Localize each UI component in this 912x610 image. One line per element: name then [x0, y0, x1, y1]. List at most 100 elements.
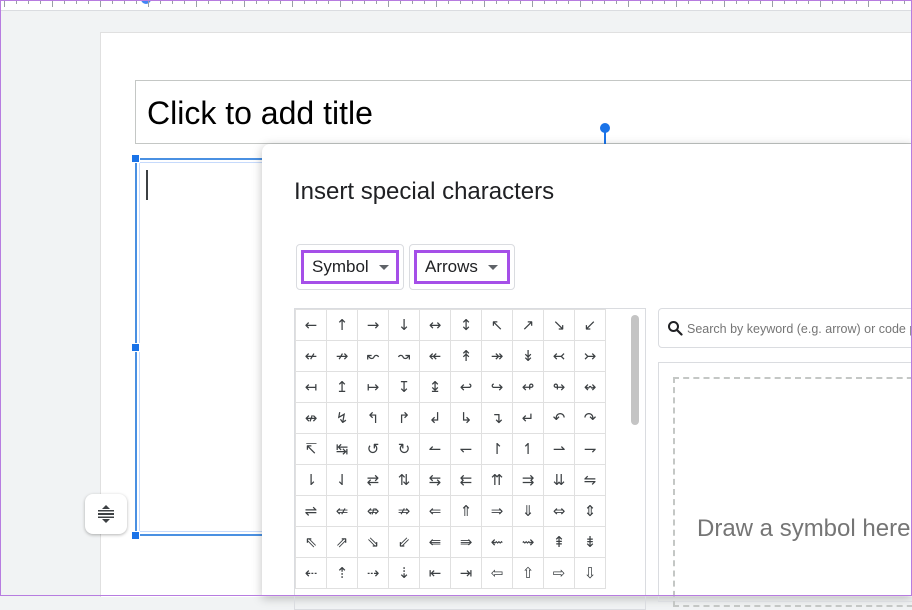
symbol-cell[interactable]: ↣ — [574, 340, 606, 372]
symbol-cell[interactable]: ⇢ — [357, 557, 389, 589]
symbol-grid[interactable]: ← ↑ → ↓ ↔ ↕ ↖ ↗ ↘ ↙ ↚ ↛ ↜ ↝ ↞ ↟ ↠ ↡ ↢ ↣ ↤ ↥ ↦ ↧ ↨ ↩ ↪ ↫ ↬ ↭ ↮ ↯ ↰ ↱ ↲ ↳ ↴ ↵ ↶ ↷… — [294, 308, 646, 610]
symbol-search-box[interactable] — [658, 308, 912, 348]
symbol-cell[interactable]: ↕ — [450, 309, 482, 341]
symbol-cell[interactable]: ⇣ — [388, 557, 420, 589]
symbol-cell[interactable]: ⇥ — [450, 557, 482, 589]
symbol-cell[interactable]: ⇨ — [543, 557, 575, 589]
symbol-cell[interactable]: ⇤ — [419, 557, 451, 589]
resize-handle-middle-left[interactable] — [131, 343, 140, 352]
symbol-cell[interactable]: ⇛ — [450, 526, 482, 558]
symbol-cell[interactable]: ⇜ — [481, 526, 513, 558]
symbol-cell[interactable]: ↬ — [543, 371, 575, 403]
symbol-cell[interactable]: ↩ — [450, 371, 482, 403]
symbol-cell[interactable]: ↞ — [419, 340, 451, 372]
symbol-cell[interactable]: ↹ — [326, 433, 358, 465]
symbol-cell[interactable]: ↛ — [326, 340, 358, 372]
category-dropdown[interactable]: Symbol — [296, 244, 404, 290]
title-placeholder-box[interactable]: Click to add title — [135, 80, 912, 144]
symbol-cell[interactable]: ← — [295, 309, 327, 341]
symbol-cell[interactable]: ⇓ — [512, 495, 544, 527]
symbol-cell[interactable]: ↶ — [543, 402, 575, 434]
symbol-cell[interactable]: ⇏ — [388, 495, 420, 527]
symbol-cell[interactable]: ⇒ — [481, 495, 513, 527]
symbol-cell[interactable]: ⇈ — [481, 464, 513, 496]
subcategory-dropdown[interactable]: Arrows — [409, 244, 515, 290]
symbol-cell[interactable]: ↔ — [419, 309, 451, 341]
symbol-cell[interactable]: ⇄ — [357, 464, 389, 496]
symbol-cell[interactable]: ↝ — [388, 340, 420, 372]
symbol-cell[interactable]: ↥ — [326, 371, 358, 403]
symbol-cell[interactable]: ↫ — [512, 371, 544, 403]
symbol-cell[interactable]: ↱ — [388, 402, 420, 434]
symbol-cell[interactable]: → — [357, 309, 389, 341]
symbol-cell[interactable]: ⇩ — [574, 557, 606, 589]
resize-handle-bottom-left[interactable] — [131, 531, 140, 540]
symbol-cell[interactable]: ⇘ — [357, 526, 389, 558]
symbol-cell[interactable]: ↑ — [326, 309, 358, 341]
symbol-cell[interactable]: ↢ — [543, 340, 575, 372]
body-text-box[interactable] — [135, 158, 275, 536]
symbol-cell[interactable]: ⇝ — [512, 526, 544, 558]
symbol-cell[interactable]: ↟ — [450, 340, 482, 372]
draw-symbol-area[interactable] — [673, 377, 912, 607]
symbol-cell[interactable]: ⇋ — [574, 464, 606, 496]
symbol-cell[interactable]: ↜ — [357, 340, 389, 372]
symbol-cell[interactable]: ↵ — [512, 402, 544, 434]
symbol-cell[interactable]: ↪ — [481, 371, 513, 403]
symbol-cell[interactable]: ↰ — [357, 402, 389, 434]
resize-handle-top-left[interactable] — [131, 154, 140, 163]
symbol-cell[interactable]: ⇗ — [326, 526, 358, 558]
symbol-cell[interactable]: ⇟ — [574, 526, 606, 558]
symbol-cell[interactable]: ⇞ — [543, 526, 575, 558]
symbol-cell[interactable]: ⇊ — [543, 464, 575, 496]
symbol-cell[interactable]: ↺ — [357, 433, 389, 465]
symbol-cell[interactable]: ⇙ — [388, 526, 420, 558]
symbol-cell[interactable]: ⇔ — [543, 495, 575, 527]
symbol-cell[interactable]: ⇆ — [419, 464, 451, 496]
symbol-cell[interactable]: ↴ — [481, 402, 513, 434]
symbol-cell[interactable]: ↖ — [481, 309, 513, 341]
symbol-cell[interactable]: ⇀ — [543, 433, 575, 465]
symbol-cell[interactable]: ↻ — [388, 433, 420, 465]
symbol-cell[interactable]: ⇚ — [419, 526, 451, 558]
symbol-cell[interactable]: ↠ — [481, 340, 513, 372]
symbol-search-input[interactable] — [685, 315, 912, 343]
symbol-cell[interactable]: ⇉ — [512, 464, 544, 496]
symbol-cell[interactable]: ↼ — [419, 433, 451, 465]
line-spacing-button[interactable] — [85, 494, 127, 534]
symbol-cell[interactable]: ↘ — [543, 309, 575, 341]
symbol-cell[interactable]: ↨ — [419, 371, 451, 403]
symbol-cell[interactable]: ↷ — [574, 402, 606, 434]
symbol-cell[interactable]: ↲ — [419, 402, 451, 434]
horizontal-ruler[interactable] — [0, 0, 912, 11]
symbol-cell[interactable]: ⇅ — [388, 464, 420, 496]
symbol-cell[interactable]: ↽ — [450, 433, 482, 465]
symbol-cell[interactable]: ⇖ — [295, 526, 327, 558]
symbol-grid-scrollbar[interactable] — [631, 315, 639, 425]
symbol-cell[interactable]: ⇑ — [450, 495, 482, 527]
symbol-cell[interactable]: ↡ — [512, 340, 544, 372]
symbol-cell[interactable]: ↧ — [388, 371, 420, 403]
symbol-cell[interactable]: ↸ — [295, 433, 327, 465]
symbol-cell[interactable]: ⇍ — [326, 495, 358, 527]
symbol-cell[interactable]: ⇠ — [295, 557, 327, 589]
symbol-cell[interactable]: ↮ — [295, 402, 327, 434]
symbol-cell[interactable]: ⇃ — [326, 464, 358, 496]
symbol-cell[interactable]: ↗ — [512, 309, 544, 341]
symbol-cell[interactable]: ↙ — [574, 309, 606, 341]
symbol-cell[interactable]: ↯ — [326, 402, 358, 434]
symbol-cell[interactable]: ↿ — [512, 433, 544, 465]
symbol-cell[interactable]: ⇧ — [512, 557, 544, 589]
ruler-indent-marker[interactable] — [141, 0, 151, 4]
symbol-cell[interactable]: ⇌ — [295, 495, 327, 527]
symbol-cell[interactable]: ↚ — [295, 340, 327, 372]
rotate-handle[interactable] — [600, 123, 610, 133]
symbol-cell[interactable]: ↦ — [357, 371, 389, 403]
symbol-cell[interactable]: ↾ — [481, 433, 513, 465]
symbol-cell[interactable]: ⇎ — [357, 495, 389, 527]
symbol-cell[interactable]: ↳ — [450, 402, 482, 434]
symbol-cell[interactable]: ⇐ — [419, 495, 451, 527]
symbol-cell[interactable]: ↤ — [295, 371, 327, 403]
symbol-cell[interactable]: ⇡ — [326, 557, 358, 589]
symbol-cell[interactable]: ⇂ — [295, 464, 327, 496]
